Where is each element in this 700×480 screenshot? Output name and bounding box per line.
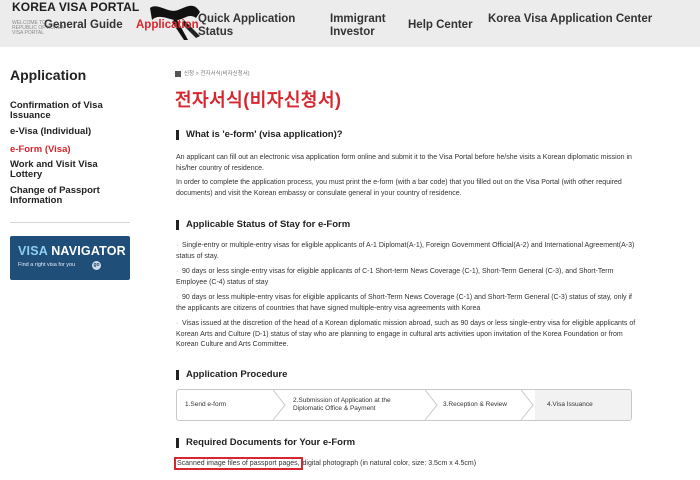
visa-navigator-subtitle: Find a right visa for you — [18, 262, 76, 268]
sidebar-item-e-visa-individual[interactable]: e-Visa (Individual) — [10, 127, 130, 137]
required-documents-text: Scanned image files of passport pages, d… — [174, 457, 477, 470]
nav-quick-application-status[interactable]: Quick Application Status — [198, 13, 308, 39]
visa-navigator-banner[interactable]: VISA NAVIGATOR Find a right visa for you… — [10, 236, 130, 280]
nav-help-center[interactable]: Help Center — [408, 19, 473, 32]
sidebar-divider — [10, 222, 130, 223]
sidebar-item-change-of-passport-information[interactable]: Change of Passport Information — [10, 186, 130, 206]
paragraph-e-form-intro: An applicant can fill out an electronic … — [176, 154, 632, 172]
section-heading-applicable-status: Applicable Status of Stay for e-Form — [176, 220, 350, 230]
nav-application[interactable]: Application — [136, 19, 199, 32]
procedure-step: 2.Submission of Application at the Diplo… — [293, 397, 391, 412]
site-header: KOREA VISA PORTAL WELCOME TO REPUBLIC OF… — [0, 0, 700, 47]
procedure-step: 1.Send e-form — [185, 401, 227, 408]
step-chevron-icon — [521, 390, 534, 420]
sidebar-item-work-and-visit-visa-lottery[interactable]: Work and Visit Visa Lottery — [10, 160, 130, 180]
paragraph-e-form-process: In order to complete the application pro… — [176, 179, 622, 197]
step-chevron-icon — [425, 390, 438, 420]
list-item: · Visas issued at the discretion of the h… — [176, 320, 636, 348]
sidebar-item-confirmation-of-visa-issuance[interactable]: Confirmation of Visa Issuance — [10, 101, 130, 121]
go-arrow-icon[interactable]: go — [92, 261, 101, 270]
list-item: · 90 days or less single-entry visas for … — [176, 268, 614, 286]
procedure-step: 3.Reception & Review — [443, 401, 507, 408]
section-heading-required-documents: Required Documents for Your e-Form — [176, 438, 355, 448]
procedure-steps: 1.Send e-form 2.Submission of Applicatio… — [176, 389, 632, 421]
page-title: 전자서식(비자신청서) — [175, 90, 342, 110]
section-heading-application-procedure: Application Procedure — [176, 370, 287, 380]
breadcrumb-item[interactable]: 신청 — [184, 71, 194, 77]
nav-immigrant-investor[interactable]: Immigrant Investor — [330, 13, 390, 39]
breadcrumb: 신청 > 전자서식(비자신청서) — [175, 69, 250, 77]
nav-general-guide[interactable]: General Guide — [44, 19, 123, 32]
list-item: · Single-entry or multiple-entry visas fo… — [176, 242, 635, 260]
breadcrumb-item[interactable]: 전자서식(비자신청서) — [200, 71, 249, 77]
home-icon[interactable] — [175, 70, 181, 77]
list-item: · 90 days or less multiple-entry visas fo… — [176, 294, 632, 312]
visa-navigator-title: VISA NAVIGATOR — [18, 244, 126, 258]
sidebar-item-e-form-visa[interactable]: e-Form (Visa) — [10, 145, 130, 155]
breadcrumb-separator: > — [195, 71, 199, 77]
procedure-step-current: 4.Visa Issuance — [535, 390, 631, 420]
section-heading-what-is-e-form: What is 'e-form' (visa application)? — [176, 130, 343, 140]
nav-korea-visa-application-center[interactable]: Korea Visa Application Center — [488, 13, 652, 26]
highlighted-passport-pages: Scanned image files of passport pages, — [174, 457, 303, 470]
sidebar-title: Application — [10, 67, 87, 83]
logo-title[interactable]: KOREA VISA PORTAL — [12, 0, 139, 14]
step-chevron-icon — [273, 390, 286, 420]
